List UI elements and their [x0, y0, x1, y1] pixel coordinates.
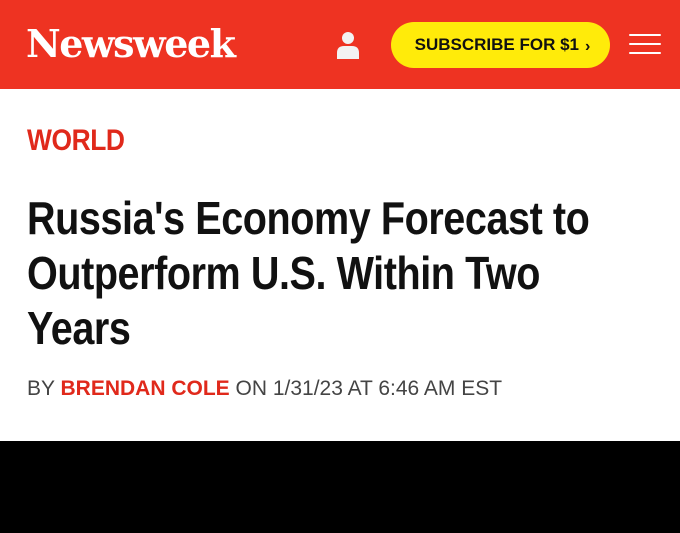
byline-on: ON [235, 377, 268, 400]
hamburger-menu-icon[interactable] [629, 34, 661, 56]
top-navigation-bar: Newsweek SUBSCRIBE FOR $1 › [0, 0, 680, 89]
section-label[interactable]: WORLD [27, 123, 125, 159]
newsweek-logo[interactable]: Newsweek [26, 20, 236, 68]
chevron-right-icon: › [585, 38, 591, 55]
publish-datetime: 1/31/23 AT 6:46 AM EST [272, 377, 503, 400]
user-icon-graphic [337, 32, 359, 59]
user-icon[interactable] [336, 30, 360, 60]
byline-prefix: BY [27, 377, 55, 400]
page: Newsweek SUBSCRIBE FOR $1 › WORLD Russia'… [0, 0, 680, 533]
byline: BY BRENDAN COLE ON 1/31/23 AT 6:46 AM ES… [27, 375, 502, 403]
author-link[interactable]: BRENDAN COLE [60, 377, 229, 400]
menu-bar-top [629, 34, 661, 36]
article-headline: Russia's Economy Forecast to Outperform … [27, 192, 590, 354]
article-header: WORLD Russia's Economy Forecast to Outpe… [0, 89, 680, 441]
menu-bar-bottom [629, 52, 661, 54]
subscribe-button-label: SUBSCRIBE FOR $1 [414, 35, 580, 54]
subscribe-button[interactable]: SUBSCRIBE FOR $1 › [391, 22, 610, 68]
menu-bar-middle [629, 43, 661, 45]
